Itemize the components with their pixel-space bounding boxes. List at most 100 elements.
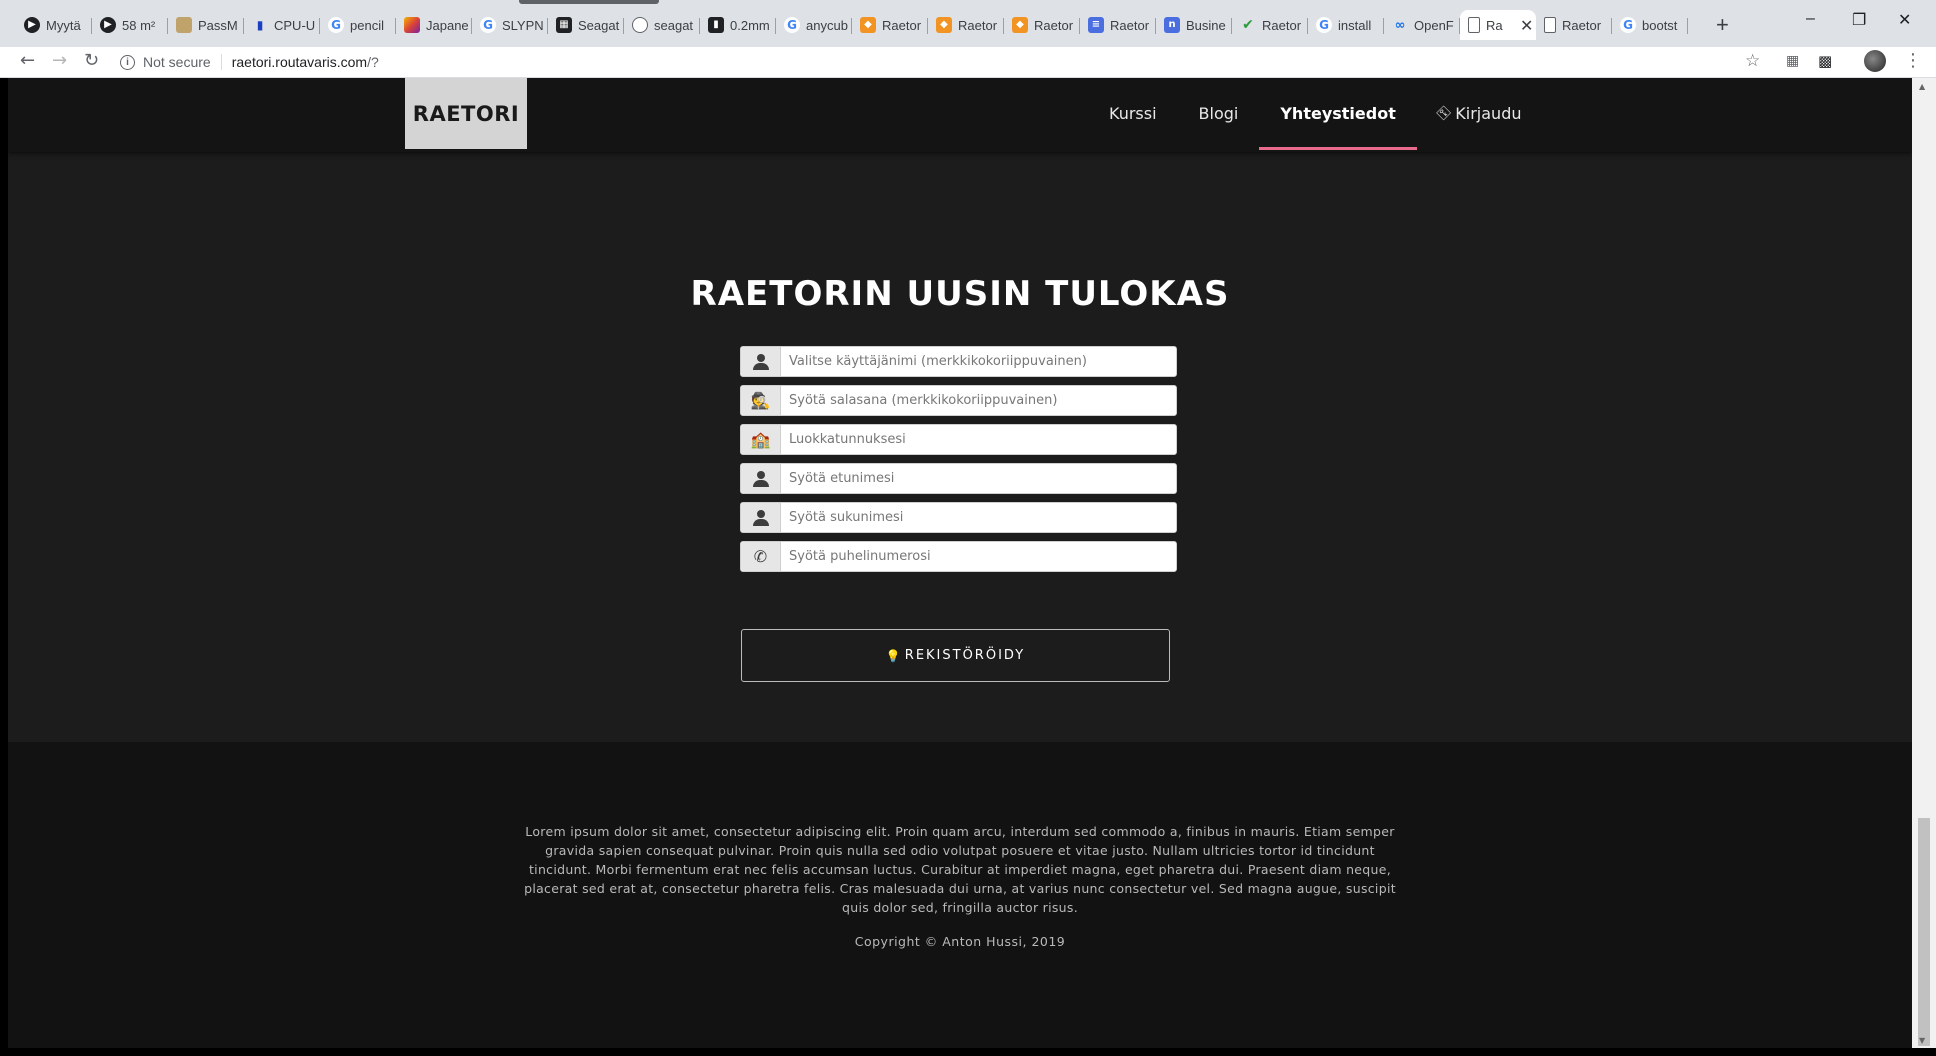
- browser-tab[interactable]: Gpencil: [320, 10, 396, 40]
- browser-tab[interactable]: ≡ Raetor: [1080, 10, 1156, 40]
- window-bottom-edge: [0, 1048, 1936, 1056]
- browser-tab[interactable]: ▮ 0.2mm: [700, 10, 776, 40]
- browser-tab[interactable]: ∞ OpenF: [1384, 10, 1460, 40]
- tab-label: Raetor: [1110, 17, 1150, 33]
- username-input[interactable]: [781, 347, 1176, 376]
- browser-tab[interactable]: Gbootst: [1612, 10, 1688, 40]
- browser-toolbar: ← → ↻ i Not secure raetori.routavaris.co…: [0, 47, 1936, 78]
- scrollbar-thumb[interactable]: [1918, 818, 1930, 1046]
- dark-square-icon: ▮: [708, 17, 724, 33]
- tab-label: Raetor: [882, 17, 922, 33]
- last-name-input[interactable]: [781, 503, 1176, 532]
- circle-play-icon: ▶: [100, 17, 116, 33]
- browser-tab[interactable]: Japane: [396, 10, 472, 40]
- menu-icon[interactable]: ⋮: [1904, 50, 1922, 71]
- footer-text: Lorem ipsum dolor sit amet, consectetur …: [524, 824, 1396, 915]
- google-icon: G: [1620, 17, 1636, 33]
- phone-icon: ✆: [741, 542, 781, 571]
- site-logo[interactable]: RAETORI: [405, 78, 527, 149]
- phone-input[interactable]: [781, 542, 1176, 571]
- browser-tab[interactable]: ▶ Myytä: [16, 10, 92, 40]
- minimize-icon[interactable]: –: [1806, 10, 1815, 28]
- page-icon: [1544, 17, 1556, 33]
- browser-tab[interactable]: G SLYPN: [472, 10, 548, 40]
- google-icon: G: [328, 17, 344, 33]
- url-text[interactable]: raetori.routavaris.com/?: [232, 54, 379, 70]
- user-secret-icon: 🕵: [741, 386, 781, 415]
- browser-tab[interactable]: ▶ 58 m²: [92, 10, 168, 40]
- user-icon: [741, 503, 781, 532]
- tab-list: ▶ Myytä ▶ 58 m² PassM ▮ CPU-U Gpencil Japane G SLY…: [16, 10, 1688, 40]
- qr-code-icon[interactable]: ▩: [1818, 52, 1832, 70]
- google-icon: G: [480, 17, 496, 33]
- close-window-icon[interactable]: ✕: [1898, 10, 1911, 30]
- new-tab-button[interactable]: +: [1716, 12, 1729, 38]
- first-name-input[interactable]: [781, 464, 1176, 493]
- browser-tab[interactable]: ◆ Raetor: [1004, 10, 1080, 40]
- tab-label: 58 m²: [122, 17, 156, 33]
- bar-chart-icon: ▮: [256, 18, 264, 32]
- info-icon[interactable]: i: [120, 54, 135, 70]
- registration-form: 🕵 🏫 ✆: [740, 346, 1177, 580]
- multicolor-icon: [404, 17, 420, 33]
- tab-label: SLYPN: [502, 17, 544, 33]
- tab-label: Seagat: [578, 17, 620, 33]
- browser-chrome: ▶ Myytä ▶ 58 m² PassM ▮ CPU-U Gpencil Japane G SLY…: [0, 0, 1936, 78]
- tab-active[interactable]: Ra ✕: [1460, 10, 1536, 40]
- browser-tab[interactable]: ▦ Seagat: [548, 10, 624, 40]
- extension-icon[interactable]: ▦: [1786, 53, 1799, 69]
- username-field-group: [740, 346, 1177, 377]
- site-navbar: RAETORI Kurssi Blogi Yhteystiedot ⚿ Kirja…: [8, 78, 1912, 152]
- class-code-field-group: 🏫: [740, 424, 1177, 455]
- nav-link-kirjaudu-label: Kirjaudu: [1455, 103, 1522, 123]
- tab-label: Japane: [426, 17, 469, 33]
- page-scrollbar[interactable]: ▲ ▼: [1912, 78, 1936, 1048]
- profile-avatar[interactable]: [1864, 50, 1886, 72]
- book-icon: [176, 17, 192, 33]
- close-tab-icon[interactable]: ✕: [1520, 16, 1533, 35]
- class-code-input[interactable]: [781, 425, 1176, 454]
- forward-icon[interactable]: →: [52, 50, 67, 71]
- nav-link-blogi[interactable]: Blogi: [1178, 78, 1260, 148]
- browser-tab[interactable]: ◆ Raetor: [928, 10, 1004, 40]
- browser-tab[interactable]: ◆ Raetor: [852, 10, 928, 40]
- browser-tab[interactable]: seagat: [624, 10, 700, 40]
- nav-link-yhteystiedot[interactable]: Yhteystiedot: [1259, 78, 1417, 150]
- browser-tab[interactable]: Ginstall: [1308, 10, 1384, 40]
- address-bar[interactable]: i Not secure raetori.routavaris.com/?: [120, 49, 379, 75]
- school-icon: 🏫: [741, 425, 781, 454]
- reload-icon[interactable]: ↻: [84, 50, 99, 71]
- page-icon: [1468, 17, 1480, 33]
- browser-tab[interactable]: Raetor: [1536, 10, 1612, 40]
- phone-field-group: ✆: [740, 541, 1177, 572]
- scroll-up-icon[interactable]: ▲: [1919, 82, 1925, 91]
- scroll-down-icon[interactable]: ▼: [1919, 1036, 1925, 1045]
- browser-tab[interactable]: PassM: [168, 10, 244, 40]
- user-icon: [741, 464, 781, 493]
- key-icon: ⚿: [1433, 102, 1454, 124]
- circle-blue-icon: n: [1164, 17, 1180, 33]
- url-path: /?: [367, 54, 379, 70]
- tab-label: install: [1338, 17, 1372, 33]
- password-input[interactable]: [781, 386, 1176, 415]
- bookmark-star-icon[interactable]: ☆: [1745, 51, 1760, 71]
- circle-play-icon: ▶: [24, 17, 40, 33]
- user-icon: [741, 347, 781, 376]
- nav-link-kirjaudu[interactable]: ⚿ Kirjaudu: [1417, 78, 1543, 148]
- browser-tab[interactable]: ▮ CPU-U: [244, 10, 320, 40]
- check-icon: ✔: [1242, 17, 1254, 33]
- browser-tab[interactable]: ✔ Raetor: [1232, 10, 1308, 40]
- tab-label: seagat: [654, 17, 694, 33]
- browser-tab[interactable]: n Busine: [1156, 10, 1232, 40]
- lock-icon: [632, 17, 648, 33]
- tab-strip: ▶ Myytä ▶ 58 m² PassM ▮ CPU-U Gpencil Japane G SLY…: [0, 0, 1936, 47]
- url-host: raetori.routavaris.com: [231, 54, 368, 70]
- orange-icon: ◆: [860, 17, 876, 33]
- tab-label: Ra: [1486, 17, 1503, 33]
- back-icon[interactable]: ←: [20, 50, 35, 71]
- restore-icon[interactable]: ❐: [1852, 10, 1866, 30]
- address-divider: [220, 54, 222, 70]
- nav-link-kurssi[interactable]: Kurssi: [1088, 78, 1178, 148]
- browser-tab[interactable]: Ganycub: [776, 10, 852, 40]
- register-button[interactable]: 💡 REKISTÖRÖIDY: [741, 629, 1170, 682]
